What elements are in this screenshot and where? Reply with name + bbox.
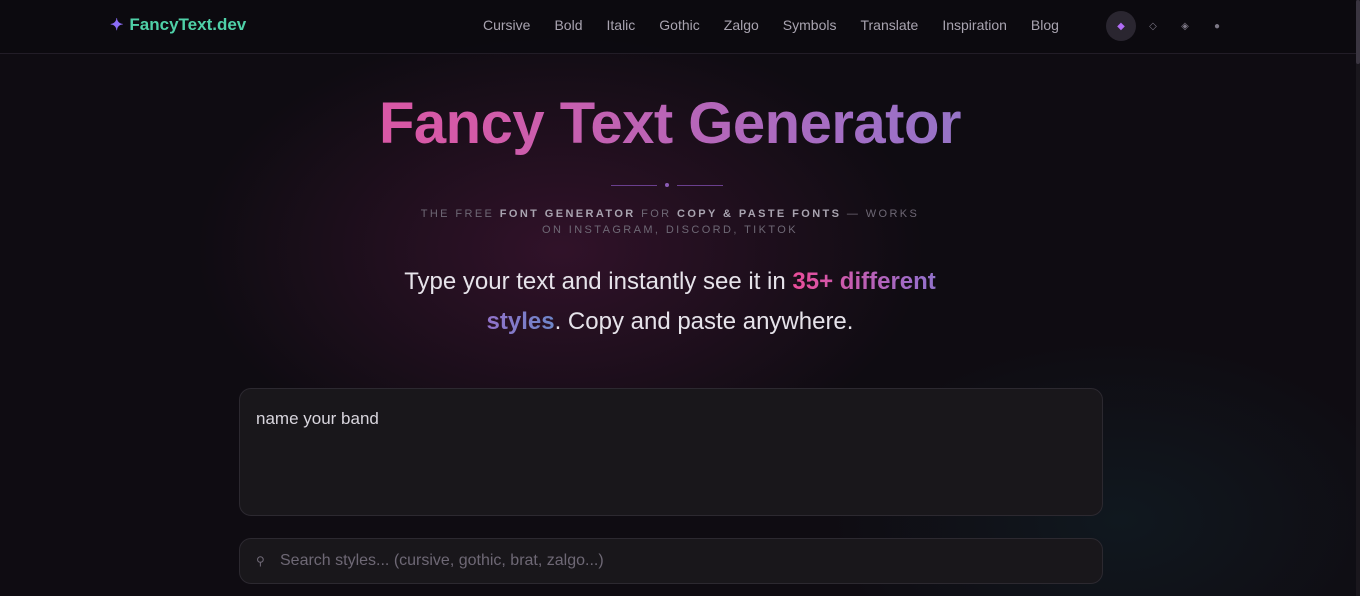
style-search-box[interactable]: ⚲ bbox=[239, 538, 1103, 584]
tagline-part: for bbox=[635, 208, 677, 220]
nav-link-zalgo[interactable]: Zalgo bbox=[724, 17, 759, 33]
nav-link-blog[interactable]: Blog bbox=[1031, 17, 1059, 33]
title-divider bbox=[611, 183, 723, 187]
nav-link-bold[interactable]: Bold bbox=[554, 17, 582, 33]
scrollbar-thumb[interactable] bbox=[1356, 0, 1360, 64]
nav-link-gothic[interactable]: Gothic bbox=[659, 17, 699, 33]
theme-switcher: ◆ ◇ ◈ ● bbox=[1106, 11, 1232, 41]
nav-link-cursive[interactable]: Cursive bbox=[483, 17, 530, 33]
theme-diamond-dot-button[interactable]: ◈ bbox=[1170, 11, 1200, 41]
divider-line-right bbox=[677, 184, 723, 186]
tagline: The free font generator for copy & paste… bbox=[420, 206, 920, 238]
tagline-part: The free bbox=[420, 208, 500, 220]
style-search-input[interactable] bbox=[280, 552, 1102, 570]
theme-diamond-filled-button[interactable]: ◆ bbox=[1106, 11, 1136, 41]
divider-dot bbox=[665, 183, 669, 187]
top-navigation-bar: ✦ FancyText.dev Cursive Bold Italic Goth… bbox=[0, 0, 1356, 54]
tagline-emphasis-font-generator: font generator bbox=[499, 208, 636, 220]
lead-text: Type your text and instantly see it in 3… bbox=[370, 262, 970, 342]
lead-part: Type your text and instantly see it in bbox=[404, 268, 793, 295]
page-scrollbar[interactable] bbox=[1356, 0, 1360, 596]
pin-icon: ⚲ bbox=[256, 554, 265, 568]
nav-link-translate[interactable]: Translate bbox=[860, 17, 918, 33]
sparkle-icon: ✦ bbox=[110, 17, 124, 34]
nav-link-italic[interactable]: Italic bbox=[607, 17, 636, 33]
brand-name: FancyText.dev bbox=[129, 15, 247, 34]
divider-line-left bbox=[611, 184, 657, 186]
theme-circle-button[interactable]: ● bbox=[1202, 11, 1232, 41]
lead-part: . Copy and paste anywhere. bbox=[554, 308, 854, 335]
text-input[interactable] bbox=[239, 388, 1103, 516]
tagline-emphasis-copy-paste: copy & paste fonts bbox=[676, 208, 842, 220]
nav-link-inspiration[interactable]: Inspiration bbox=[942, 17, 1007, 33]
page-title: Fancy Text Generator bbox=[0, 90, 1340, 157]
main-nav: Cursive Bold Italic Gothic Zalgo Symbols… bbox=[483, 17, 1059, 33]
nav-link-symbols[interactable]: Symbols bbox=[783, 17, 837, 33]
brand-logo[interactable]: ✦ FancyText.dev bbox=[110, 15, 246, 35]
theme-diamond-outline-button[interactable]: ◇ bbox=[1138, 11, 1168, 41]
